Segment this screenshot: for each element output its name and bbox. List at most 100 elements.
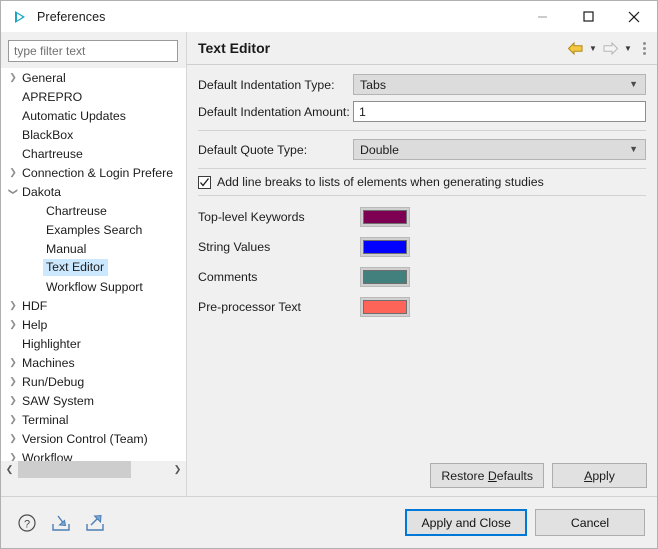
sidebar-item-saw-system[interactable]: ❯ SAW System: [1, 391, 186, 410]
sidebar-item-label: Help: [22, 317, 48, 332]
row-quote-type: Default Quote Type: Double ▼: [187, 136, 657, 163]
forward-menu-chevron-down-icon[interactable]: ▼: [621, 44, 635, 53]
sidebar-item-workflow[interactable]: ❯ Workflow: [1, 448, 186, 462]
sidebar-item-label: Examples Search: [46, 222, 143, 237]
back-arrow-icon[interactable]: [567, 38, 584, 60]
vertical-dots-icon[interactable]: [637, 42, 651, 55]
color-row: Top-level Keywords: [187, 202, 657, 232]
color-row: String Values: [187, 232, 657, 262]
row-indentation-amount: Default Indentation Amount:: [187, 98, 657, 125]
sidebar-item-label: Workflow Support: [46, 279, 143, 294]
sidebar-item-chartreuse[interactable]: Chartreuse: [1, 144, 186, 163]
preferences-content: Text Editor ▼ ▼ Default Indentation Type…: [186, 32, 657, 496]
sidebar-item-label: Chartreuse: [22, 146, 83, 161]
back-menu-chevron-down-icon[interactable]: ▼: [586, 44, 600, 53]
chevron-down-icon: ▼: [629, 79, 638, 89]
title-bar: Preferences: [1, 1, 657, 32]
sidebar-item-label: Dakota: [22, 184, 61, 199]
cancel-button[interactable]: Cancel: [535, 509, 645, 536]
forward-arrow-icon: [602, 38, 619, 60]
sidebar-item-terminal[interactable]: ❯ Terminal: [1, 410, 186, 429]
close-icon[interactable]: [611, 1, 657, 32]
sidebar-item-label: Connection & Login Prefere: [22, 165, 174, 180]
sidebar-item-label: HDF: [22, 298, 48, 313]
chevron-right-icon[interactable]: ❯: [5, 452, 21, 461]
chevron-right-icon[interactable]: ❯: [5, 433, 21, 444]
sidebar-item-label: Version Control (Team): [22, 431, 148, 446]
apply-and-close-button[interactable]: Apply and Close: [405, 509, 527, 536]
chevron-right-icon[interactable]: ❯: [5, 167, 21, 178]
chevron-right-icon[interactable]: ❯: [5, 300, 21, 311]
quote-type-select[interactable]: Double ▼: [353, 139, 646, 160]
color-swatch-button[interactable]: [360, 207, 410, 227]
preferences-tree[interactable]: ❯ General APREPRO Automatic Updates BlackBox…: [1, 68, 186, 461]
row-line-breaks[interactable]: Add line breaks to lists of elements whe…: [187, 169, 657, 195]
color-label: Pre-processor Text: [198, 300, 301, 314]
export-icon[interactable]: [83, 511, 107, 535]
footer-icon-group: ?: [15, 511, 107, 535]
color-label: Top-level Keywords: [198, 210, 305, 224]
sidebar-item-run-debug[interactable]: ❯ Run/Debug: [1, 372, 186, 391]
sidebar-item-label: Highlighter: [22, 336, 81, 351]
scroll-right-icon[interactable]: ❯: [169, 461, 186, 478]
maximize-icon[interactable]: [565, 1, 611, 32]
chevron-right-icon[interactable]: ❯: [5, 319, 21, 330]
color-row: Comments: [187, 262, 657, 292]
row-indentation-type: Default Indentation Type: Tabs ▼: [187, 71, 657, 98]
chevron-right-icon[interactable]: ❯: [5, 395, 21, 406]
sidebar-item-connection-login-prefere[interactable]: ❯ Connection & Login Prefere: [1, 163, 186, 182]
sidebar-item-general[interactable]: ❯ General: [1, 68, 186, 87]
sidebar-item-manual[interactable]: Manual: [1, 239, 186, 258]
preferences-window: Preferences ❯GeneralAPREPROAutomatic Upd…: [0, 0, 658, 549]
chevron-right-icon[interactable]: ❯: [5, 414, 21, 425]
chevron-down-icon[interactable]: ❯: [8, 184, 19, 200]
panel-action-buttons: Restore Defaults Apply: [430, 463, 647, 488]
help-icon[interactable]: ?: [15, 511, 39, 535]
import-icon[interactable]: [49, 511, 73, 535]
restore-defaults-button[interactable]: Restore Defaults: [430, 463, 544, 488]
indentation-amount-input[interactable]: [353, 101, 646, 122]
sidebar-item-hdf[interactable]: ❯ HDF: [1, 296, 186, 315]
minimize-icon[interactable]: [519, 1, 565, 32]
sidebar-item-machines[interactable]: ❯ Machines: [1, 353, 186, 372]
sidebar-item-label: BlackBox: [22, 127, 74, 142]
sidebar-item-help[interactable]: ❯ Help: [1, 315, 186, 334]
window-title: Preferences: [37, 9, 106, 24]
window-controls: [519, 1, 657, 32]
color-settings-list: Top-level Keywords String Values Comments P…: [187, 202, 657, 322]
sidebar-item-highlighter[interactable]: Highlighter: [1, 334, 186, 353]
color-swatch-button[interactable]: [360, 237, 410, 257]
chevron-down-icon: ▼: [629, 144, 638, 154]
sidebar-item-text-editor[interactable]: Text Editor: [1, 258, 186, 277]
chevron-right-icon[interactable]: ❯: [5, 357, 21, 368]
play-triangle-icon: [11, 8, 29, 26]
sidebar-item-automatic-updates[interactable]: Automatic Updates: [1, 106, 186, 125]
color-swatch-button[interactable]: [360, 267, 410, 287]
sidebar-item-label: General: [22, 70, 66, 85]
indentation-type-value: Tabs: [360, 77, 386, 92]
sidebar-item-version-control-team[interactable]: ❯ Version Control (Team): [1, 429, 186, 448]
scroll-thumb[interactable]: [18, 461, 131, 478]
filter-input[interactable]: [8, 40, 178, 62]
chevron-right-icon[interactable]: ❯: [5, 72, 21, 83]
color-swatch-button[interactable]: [360, 297, 410, 317]
sidebar-item-blackbox[interactable]: BlackBox: [1, 125, 186, 144]
settings-form: Default Indentation Type: Tabs ▼ Default…: [187, 65, 657, 322]
sidebar-item-workflow-support[interactable]: Workflow Support: [1, 277, 186, 296]
chevron-right-icon[interactable]: ❯: [5, 376, 21, 387]
color-swatch: [363, 300, 407, 314]
scroll-left-icon[interactable]: ❮: [1, 461, 18, 478]
indentation-type-select[interactable]: Tabs ▼: [353, 74, 646, 95]
quote-type-value: Double: [360, 142, 399, 157]
sidebar-item-aprepro[interactable]: APREPRO: [1, 87, 186, 106]
scroll-track[interactable]: [18, 461, 169, 478]
color-swatch: [363, 210, 407, 224]
sidebar-item-chartreuse[interactable]: Chartreuse: [1, 201, 186, 220]
tree-horizontal-scrollbar[interactable]: ❮ ❯: [1, 461, 186, 478]
sidebar-item-examples-search[interactable]: Examples Search: [1, 220, 186, 239]
quote-type-label: Default Quote Type:: [198, 142, 308, 157]
sidebar-item-label: Manual: [46, 241, 87, 256]
sidebar-item-dakota[interactable]: ❯ Dakota: [1, 182, 186, 201]
line-breaks-checkbox[interactable]: [198, 175, 211, 189]
apply-button[interactable]: Apply: [552, 463, 647, 488]
